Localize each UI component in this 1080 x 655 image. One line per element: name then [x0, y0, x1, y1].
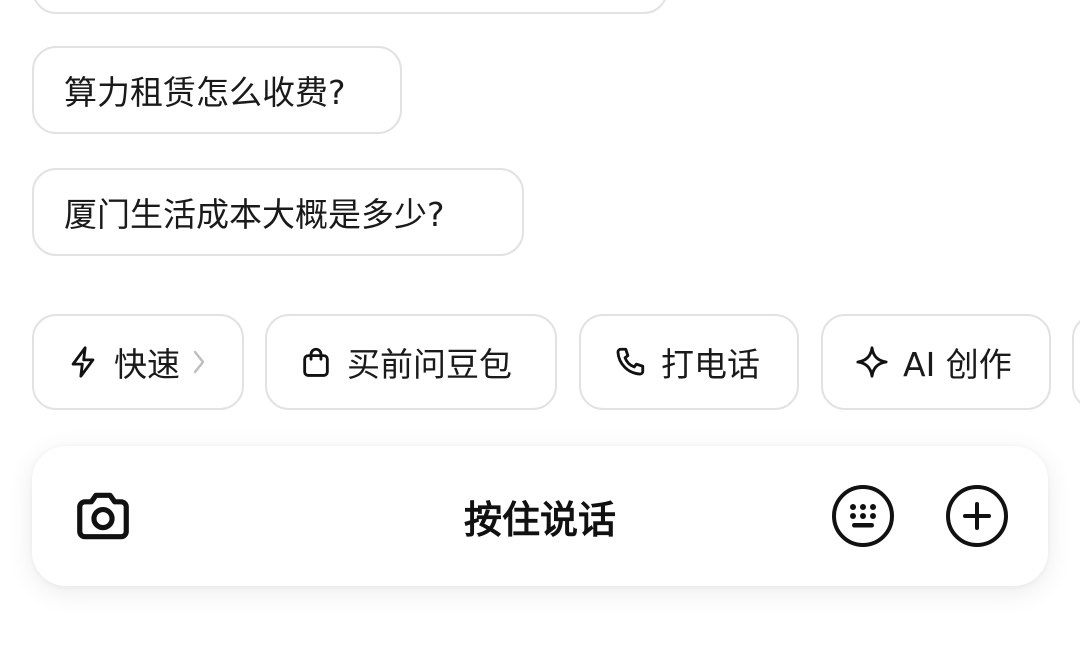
- chip-phone-call[interactable]: 打电话: [579, 314, 799, 410]
- chip-ask-before-buy[interactable]: 买前问豆包: [265, 314, 557, 410]
- suggestion-item[interactable]: [32, 0, 668, 14]
- chip-label: 快速: [114, 345, 180, 384]
- chip-label: AI 创作: [903, 345, 1012, 384]
- plus-icon[interactable]: [944, 483, 1010, 549]
- input-bar: 按住说话: [32, 446, 1048, 586]
- chip-label: 打电话: [661, 345, 760, 384]
- chip-fast[interactable]: 快速: [32, 314, 244, 410]
- chip-more[interactable]: [1072, 314, 1080, 410]
- phone-icon: [613, 345, 647, 379]
- sparkle-icon: [855, 345, 889, 379]
- keyboard-icon[interactable]: [830, 483, 896, 549]
- suggestion-text: 算力租赁怎么收费?: [64, 73, 346, 112]
- suggestion-item[interactable]: 厦门生活成本大概是多少?: [32, 168, 524, 256]
- chevron-right-icon: [192, 349, 206, 375]
- lightning-icon: [66, 345, 100, 379]
- chip-ai-create[interactable]: AI 创作: [821, 314, 1051, 410]
- shopping-bag-icon: [299, 345, 333, 379]
- camera-icon[interactable]: [70, 483, 136, 549]
- suggestion-text: 厦门生活成本大概是多少?: [64, 195, 445, 234]
- chip-label: 买前问豆包: [347, 345, 512, 384]
- suggestion-item[interactable]: 算力租赁怎么收费?: [32, 46, 402, 134]
